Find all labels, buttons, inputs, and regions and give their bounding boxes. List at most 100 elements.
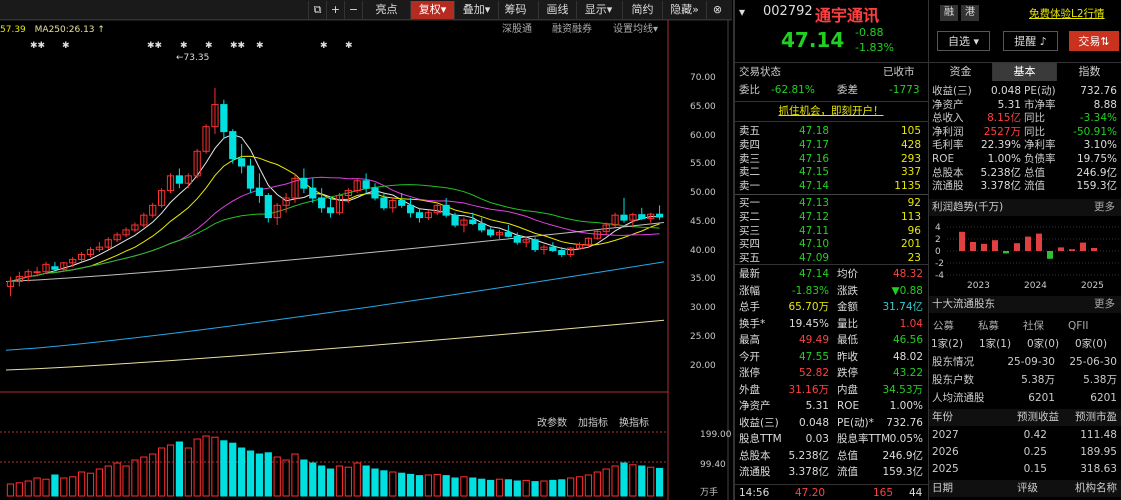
volume-bar xyxy=(273,456,281,497)
price-change-pct: -1.83% xyxy=(855,41,894,54)
alert-button[interactable]: 提醒 ♪ xyxy=(1003,31,1058,51)
candle-body[interactable] xyxy=(451,214,459,226)
holder-row-value: 5.38万 xyxy=(1083,374,1117,386)
tab-capital[interactable]: 资金 xyxy=(929,63,993,81)
profit-bar xyxy=(959,231,965,251)
candle-body[interactable] xyxy=(513,235,521,243)
candle-body[interactable] xyxy=(638,214,646,220)
profit-tick: 0 xyxy=(935,247,941,257)
fc-head: 预测收益 xyxy=(1017,411,1059,423)
holder-row: 人均流通股 6201 6201 xyxy=(929,392,1121,405)
add-watchlist-button[interactable]: 自选 ▾ xyxy=(937,31,990,51)
ask-label: 卖一 xyxy=(739,180,760,193)
edit-params-link[interactable]: 改参数 xyxy=(537,416,567,432)
candle-body[interactable] xyxy=(264,195,272,219)
add-indicator-link[interactable]: 加指标 xyxy=(578,416,608,432)
stat-label: 换手* xyxy=(739,317,766,330)
holder-row-value: 6201 xyxy=(1028,392,1055,404)
bell-icon: ♪ xyxy=(1039,35,1047,48)
stat-label: 最低 xyxy=(837,334,858,346)
open-account-ad[interactable]: 抓住机会，即刻开户！ xyxy=(735,105,927,118)
status-value: 已收市 xyxy=(883,66,915,78)
profit-tick: -2 xyxy=(935,259,944,269)
holders-more-link[interactable]: 更多 xyxy=(1094,296,1115,313)
candle-body[interactable] xyxy=(504,231,513,237)
holders-header: 十大流通股东 更多 xyxy=(929,296,1121,313)
fc-pe: 111.48 xyxy=(1080,429,1117,441)
l2-promo-link[interactable]: 免费体验L2行情 xyxy=(1029,6,1105,21)
stat-value: ▼0.88 xyxy=(891,284,923,297)
forecast-row: 2025 0.15 318.63 xyxy=(929,463,1121,476)
candle-body[interactable] xyxy=(326,207,335,214)
candle-body[interactable] xyxy=(398,199,406,206)
volume-bar xyxy=(513,480,521,497)
candle-body[interactable] xyxy=(371,187,379,199)
bid-level: 买二 47.12 113 xyxy=(735,211,927,224)
volume-bar xyxy=(255,453,264,497)
tab-index[interactable]: 指数 xyxy=(1057,63,1121,81)
volume-bar xyxy=(460,476,468,497)
bid-price: 47.13 xyxy=(799,197,830,209)
candle-body[interactable] xyxy=(309,187,317,199)
candle-body[interactable] xyxy=(255,187,264,197)
fund-value: 159.3亿 xyxy=(1076,180,1117,193)
ask-volume: 105 xyxy=(900,125,921,137)
vol-tick: 199.00 xyxy=(700,430,732,440)
ask-price: 47.15 xyxy=(799,166,830,179)
fc-head: 预测市盈 xyxy=(1075,411,1117,423)
candle-body[interactable] xyxy=(442,204,450,216)
candle-body[interactable] xyxy=(33,271,41,274)
institution-header: 日期 评级 机构名称 xyxy=(929,480,1121,497)
switch-indicator-link[interactable]: 换指标 xyxy=(619,416,649,432)
stat-row: 收益(三) 0.048 PE(动)* 732.76 xyxy=(735,417,927,430)
candle-body[interactable] xyxy=(380,197,388,209)
candle-body[interactable] xyxy=(406,204,415,214)
stat-label: 涨幅 xyxy=(739,284,760,297)
stat-value: 31.74亿 xyxy=(882,301,923,313)
stock-name: 通宇通讯 xyxy=(815,6,880,25)
candle-body[interactable] xyxy=(531,239,539,251)
profit-more-link[interactable]: 更多 xyxy=(1094,199,1115,216)
candle-body[interactable] xyxy=(655,213,664,218)
fund-label: 总股本 xyxy=(932,166,964,179)
candle-body[interactable] xyxy=(415,212,424,219)
stat-value: 1.04 xyxy=(899,317,923,330)
profit-year: 2025 xyxy=(1081,281,1104,291)
trade-button[interactable]: 交易⇅ xyxy=(1069,31,1119,51)
stat-value: 159.3亿 xyxy=(882,466,923,478)
fund-value: 1.00% xyxy=(987,153,1021,165)
fund-value: 246.9亿 xyxy=(1076,166,1117,179)
candle-body[interactable] xyxy=(486,229,495,236)
tick-time: 14:56 xyxy=(739,487,770,499)
ask-price: 47.18 xyxy=(799,125,830,137)
volume-bar xyxy=(318,465,326,497)
volume-bar xyxy=(486,479,495,497)
candle-body[interactable] xyxy=(300,177,308,189)
candle-body[interactable] xyxy=(238,158,246,167)
candle-body[interactable] xyxy=(549,246,557,252)
profit-year: 2024 xyxy=(1024,281,1047,291)
candle-body[interactable] xyxy=(51,266,59,270)
candle-body[interactable] xyxy=(229,131,237,160)
tab-basic[interactable]: 基本 xyxy=(993,63,1057,81)
fc-head: 年份 xyxy=(932,411,953,423)
candle-body[interactable] xyxy=(478,223,486,231)
holder-head: QFII xyxy=(1068,320,1089,332)
stat-value: 3.378亿 xyxy=(788,466,829,478)
holder-count: 1家(1) xyxy=(979,338,1012,350)
fund-label: 同比 xyxy=(1024,112,1045,125)
candle-body[interactable] xyxy=(558,250,566,255)
candle-body[interactable] xyxy=(469,219,477,225)
candle-body[interactable] xyxy=(220,104,228,133)
candle-body[interactable] xyxy=(362,180,370,189)
candle-body[interactable] xyxy=(318,197,326,209)
ask-price: 47.17 xyxy=(799,138,830,151)
volume-bar xyxy=(424,474,432,497)
fund-label: 收益(三) xyxy=(932,85,972,97)
candle-body[interactable] xyxy=(175,175,184,184)
candle-body[interactable] xyxy=(246,165,255,189)
menu-icon[interactable]: ▾ xyxy=(739,5,745,19)
candle-body[interactable] xyxy=(620,214,628,221)
stat-label: 外盘 xyxy=(739,383,760,396)
stat-row: 最新 47.14 均价 48.32 xyxy=(735,268,927,281)
